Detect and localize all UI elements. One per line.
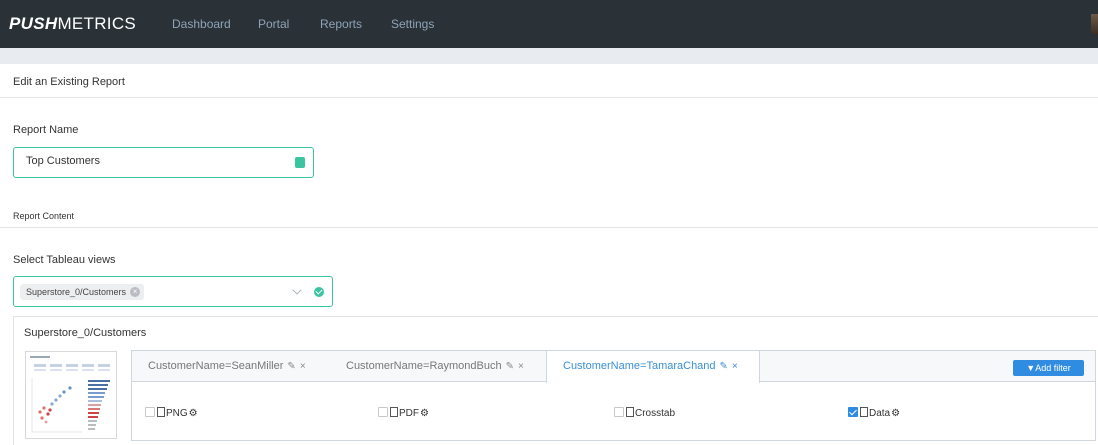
chip-label: Superstore_0/Customers (26, 287, 127, 297)
pdf-checkbox[interactable] (378, 407, 388, 417)
nav-settings[interactable]: Settings (391, 17, 434, 31)
chevron-down-icon[interactable] (292, 285, 302, 295)
view-panel: Superstore_0/Customers CustomerName=Sean… (13, 316, 1098, 445)
tableau-views-select[interactable]: Superstore_0/Customers × (13, 276, 333, 307)
chip-remove-icon[interactable]: × (130, 287, 141, 297)
valid-check-icon (314, 287, 324, 297)
select-views-label: Select Tableau views (13, 254, 116, 266)
text-file-icon (860, 407, 868, 417)
gear-icon[interactable]: ⚙ (420, 408, 429, 419)
valid-check-icon (295, 157, 305, 168)
logo-light-text: METRICS (57, 14, 137, 33)
thumbnail-preview-image (30, 356, 110, 433)
report-content-label: Report Content (13, 211, 75, 221)
option-crosstab[interactable]: Crosstab (614, 407, 675, 420)
add-filter-label: Add filter (1035, 363, 1071, 373)
filter-funnel-icon: ▼ (1026, 363, 1036, 373)
excel-file-icon (626, 407, 634, 417)
filter-tabs: CustomerName=SeanMiller ✎ × CustomerName=R… (132, 351, 1095, 383)
edit-pencil-icon[interactable]: ✎ (287, 361, 295, 372)
report-name-input[interactable] (26, 155, 286, 167)
tab-label: CustomerName=RaymondBuch (346, 360, 502, 372)
edit-pencil-icon[interactable]: ✎ (720, 361, 728, 372)
close-icon[interactable]: × (300, 361, 306, 372)
nav-dashboard[interactable]: Dashboard (172, 17, 231, 31)
png-checkbox[interactable] (145, 407, 155, 417)
selected-view-chip[interactable]: Superstore_0/Customers × (20, 284, 145, 300)
data-checkbox[interactable] (848, 407, 858, 417)
data-label: Data (869, 408, 891, 419)
nav-portal[interactable]: Portal (258, 17, 289, 31)
tab-label: CustomerName=SeanMiller (148, 360, 284, 372)
logo-bold-text: PUSH (9, 14, 58, 33)
report-name-label: Report Name (13, 124, 79, 136)
view-title: Superstore_0/Customers (24, 327, 147, 339)
option-png[interactable]: PNG⚙ (145, 407, 198, 420)
gear-icon[interactable]: ⚙ (891, 408, 900, 419)
divider (0, 97, 1098, 98)
crosstab-label: Crosstab (635, 408, 676, 419)
nav-reports[interactable]: Reports (320, 17, 362, 31)
close-icon[interactable]: × (518, 361, 524, 372)
pdf-file-icon (390, 407, 398, 417)
add-filter-button[interactable]: ▼Add filter (1013, 360, 1084, 376)
option-pdf[interactable]: PDF⚙ (378, 407, 429, 420)
divider (0, 227, 1098, 228)
report-name-field[interactable] (13, 147, 314, 178)
pushmetrics-logo[interactable]: PUSHMETRICS (9, 14, 136, 34)
tab-filter-seanmiller[interactable]: CustomerName=SeanMiller ✎ × (148, 351, 306, 382)
option-data[interactable]: Data⚙ (848, 407, 900, 420)
view-thumbnail[interactable] (25, 351, 117, 439)
tab-filter-tamarachand[interactable]: CustomerName=TamaraChand ✎ × (546, 351, 760, 383)
close-icon[interactable]: × (732, 361, 738, 372)
tab-label: CustomerName=TamaraChand (563, 360, 716, 372)
png-label: PNG (166, 408, 188, 419)
sub-header-strip (0, 48, 1098, 64)
user-avatar[interactable] (1091, 14, 1098, 34)
edit-pencil-icon[interactable]: ✎ (506, 361, 514, 372)
gear-icon[interactable]: ⚙ (189, 408, 198, 419)
crosstab-checkbox[interactable] (614, 407, 624, 417)
page-title: Edit an Existing Report (13, 76, 125, 88)
pdf-label: PDF (399, 408, 419, 419)
image-file-icon (157, 407, 165, 417)
tab-filter-raymondbuch[interactable]: CustomerName=RaymondBuch ✎ × (346, 351, 524, 382)
filters-panel: CustomerName=SeanMiller ✎ × CustomerName=R… (131, 350, 1096, 441)
top-nav-bar: PUSHMETRICS Dashboard Portal Reports Set… (0, 0, 1098, 48)
